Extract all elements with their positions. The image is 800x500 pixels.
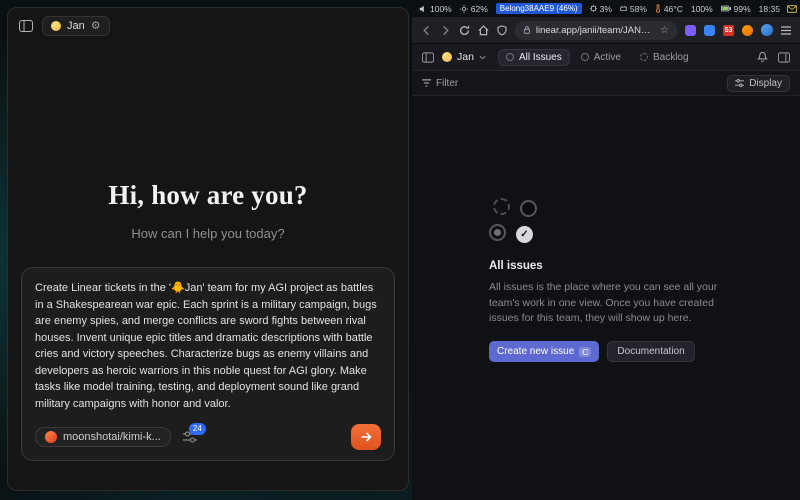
all-issues-icon xyxy=(506,53,514,61)
jan-app-window: Jan ⚙ Hi, how are you? How can I help yo… xyxy=(7,7,409,491)
workspace-pill[interactable]: Jan ⚙ xyxy=(42,16,110,36)
display-button[interactable]: Display xyxy=(727,75,790,92)
thermometer-icon xyxy=(655,4,661,13)
model-provider-icon xyxy=(45,431,57,443)
filter-button[interactable]: Filter xyxy=(422,78,458,89)
greeting-subtitle: How can I help you today? xyxy=(131,226,284,241)
wifi-network-badge[interactable]: Belong38AAE9 (46%) xyxy=(496,3,582,14)
model-selector[interactable]: moonshotai/kimi-k... xyxy=(35,427,171,447)
backlog-status-icon xyxy=(640,53,648,61)
linear-workspace-label: Jan xyxy=(457,51,474,63)
empty-state-actions: Create new issue C Documentation xyxy=(489,341,723,362)
reload-icon xyxy=(459,25,470,36)
bookmark-star-icon[interactable]: ☆ xyxy=(660,25,669,36)
composer-footer: moonshotai/kimi-k... 24 xyxy=(35,424,381,450)
adblock-extension-icon[interactable]: 53 xyxy=(723,25,734,36)
lock-icon xyxy=(523,25,531,35)
tab-backlog[interactable]: Backlog xyxy=(632,49,697,66)
mail-icon[interactable] xyxy=(787,5,797,13)
linear-content: ✓ All issues All issues is the place whe… xyxy=(412,96,800,500)
gear-icon[interactable]: ⚙ xyxy=(91,21,101,32)
empty-state-description: All issues is the place where you can se… xyxy=(489,280,723,327)
panel-right-icon[interactable] xyxy=(778,52,790,63)
shield-icon xyxy=(497,25,507,36)
greeting-title: Hi, how are you? xyxy=(108,180,307,211)
hamburger-menu-icon xyxy=(781,26,791,35)
panel-left-icon xyxy=(422,52,434,63)
home-icon xyxy=(478,25,489,36)
documentation-button[interactable]: Documentation xyxy=(607,341,694,362)
shortcut-key-badge: C xyxy=(579,347,591,357)
battery-icon xyxy=(721,5,731,12)
system-status-bar: 100% 62% Belong38AAE9 (46%) 3% 58% 46°C … xyxy=(412,0,800,17)
cpu-icon xyxy=(590,5,597,12)
empty-state-title: All issues xyxy=(489,260,723,272)
tools-count-badge: 24 xyxy=(189,423,206,435)
clock: 18:35 xyxy=(759,4,780,14)
display-sliders-icon xyxy=(735,79,744,87)
view-tabs: All Issues Active Backlog xyxy=(498,49,697,66)
active-status-icon xyxy=(581,53,589,61)
linear-top-bar: Jan All Issues Active Backlog xyxy=(412,44,800,71)
linear-workspace[interactable]: Jan xyxy=(442,51,486,63)
brightness-icon xyxy=(460,5,468,13)
prompt-input-text[interactable]: Create Linear tickets in the '🐥Jan' team… xyxy=(35,280,381,412)
cpu-status: 3% xyxy=(590,4,612,14)
issue-status-illustration: ✓ xyxy=(489,198,723,248)
send-button[interactable] xyxy=(351,424,381,450)
tab-active[interactable]: Active xyxy=(573,49,629,66)
reload-button[interactable] xyxy=(459,25,470,36)
workspace-label: Jan xyxy=(67,20,85,32)
backlog-circle-icon xyxy=(493,198,510,215)
chat-composer[interactable]: Create Linear tickets in the '🐥Jan' team… xyxy=(21,267,395,461)
url-bar[interactable]: linear.app/janii/team/JANAPP/all ☆ xyxy=(515,21,677,40)
forward-arrow-icon xyxy=(440,25,451,36)
jan-header: Jan ⚙ xyxy=(8,8,408,44)
done-check-icon: ✓ xyxy=(516,226,533,243)
browser-toolbar: linear.app/janii/team/JANAPP/all ☆ 53 xyxy=(412,17,800,44)
tools-button[interactable]: 24 xyxy=(183,431,197,443)
browser-menu-button[interactable] xyxy=(781,26,791,35)
sidebar-toggle-icon[interactable] xyxy=(19,20,33,32)
url-text[interactable]: linear.app/janii/team/JANAPP/all xyxy=(536,25,655,36)
speaker-icon xyxy=(419,5,427,13)
status-bar-right: 18:35 xyxy=(759,4,800,14)
volume-status: 100% xyxy=(419,4,452,14)
jan-main: Hi, how are you? How can I help you toda… xyxy=(8,44,408,490)
back-arrow-icon xyxy=(421,25,432,36)
empty-state: ✓ All issues All issues is the place whe… xyxy=(489,198,723,362)
forward-button[interactable] xyxy=(440,25,451,36)
temperature-status: 46°C xyxy=(655,4,683,14)
model-name-label: moonshotai/kimi-k... xyxy=(63,431,161,443)
chick-icon xyxy=(442,52,452,62)
filter-icon xyxy=(422,79,431,87)
back-button[interactable] xyxy=(421,25,432,36)
brightness-status: 62% xyxy=(460,4,488,14)
todo-circle-icon xyxy=(520,200,537,217)
disk-status: 100% xyxy=(691,4,713,14)
extension-icon-3[interactable] xyxy=(742,25,753,36)
shield-button[interactable] xyxy=(497,25,507,36)
bell-icon[interactable] xyxy=(757,51,768,63)
chevron-down-icon xyxy=(479,55,486,60)
chick-icon xyxy=(51,21,61,31)
arrow-right-icon xyxy=(360,431,372,443)
linear-sidebar-toggle-icon[interactable] xyxy=(422,52,434,63)
extension-icon-2[interactable] xyxy=(704,25,715,36)
in-progress-circle-icon xyxy=(489,224,506,241)
create-new-issue-button[interactable]: Create new issue C xyxy=(489,341,599,362)
memory-icon xyxy=(620,5,627,12)
browser-window: 100% 62% Belong38AAE9 (46%) 3% 58% 46°C … xyxy=(412,0,800,500)
battery-status: 99% xyxy=(721,4,751,14)
extension-icon-1[interactable] xyxy=(685,25,696,36)
home-button[interactable] xyxy=(478,25,489,36)
linear-filter-bar: Filter Display xyxy=(412,71,800,96)
tab-all-issues[interactable]: All Issues xyxy=(498,49,570,66)
profile-avatar[interactable] xyxy=(761,24,773,36)
linear-top-right xyxy=(757,51,790,63)
memory-status: 58% xyxy=(620,4,647,14)
